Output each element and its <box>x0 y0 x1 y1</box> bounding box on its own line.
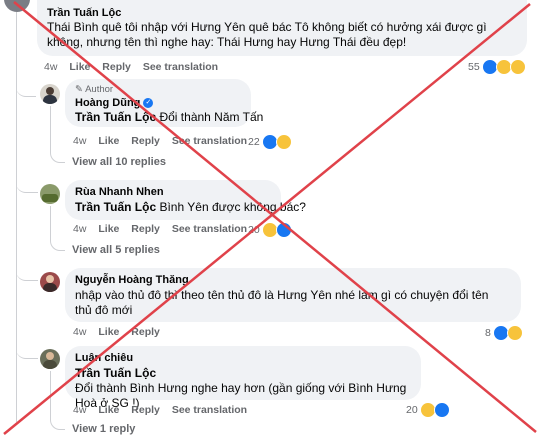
reply-button[interactable]: Reply <box>102 61 131 73</box>
comment-text: Bình Yên được không bác? <box>159 200 306 214</box>
like-button[interactable]: Like <box>98 326 119 338</box>
haha-reaction-icon <box>275 134 292 150</box>
comment-bubble: ✎ Author Hoàng Dũng ✓ Trần Tuấn Lộc Đổi … <box>65 79 263 127</box>
see-translation-link[interactable]: See translation <box>143 61 218 73</box>
comment-time[interactable]: 4w <box>73 223 86 235</box>
comment-author[interactable]: Rùa Nhanh Nhen <box>75 186 271 198</box>
view-replies-link[interactable]: View all 10 replies <box>72 156 166 168</box>
thread-connector <box>50 106 65 163</box>
comment-time[interactable]: 4w <box>73 326 86 338</box>
like-button[interactable]: Like <box>98 223 119 235</box>
view-replies-link[interactable]: View 1 reply <box>72 423 135 435</box>
comment-actions: 4w Like Reply See translation <box>44 61 227 73</box>
thread-connector <box>16 176 38 193</box>
reaction-summary[interactable]: 55 <box>468 59 526 75</box>
like-button[interactable]: Like <box>98 404 119 416</box>
reaction-count: 8 <box>485 327 491 339</box>
like-reaction-icon <box>275 222 292 238</box>
wow-reaction-icon <box>509 59 526 75</box>
comment-author[interactable]: Hoàng Dũng <box>75 97 140 109</box>
reaction-count: 20 <box>248 224 260 236</box>
comment-bubble: Trần Tuấn Lộc Thái Bình quê tôi nhập với… <box>37 0 527 56</box>
reaction-summary[interactable]: 20 <box>406 402 450 418</box>
reply-button[interactable]: Reply <box>131 135 160 147</box>
mention[interactable]: Trần Tuấn Lộc <box>75 200 156 214</box>
avatar[interactable] <box>40 349 60 369</box>
comment-bubble: Luân chiêu Trần Tuấn Lộc Đổi thành Bình H… <box>65 346 421 410</box>
reaction-count: 20 <box>406 404 418 416</box>
like-button[interactable]: Like <box>69 61 90 73</box>
thread-connector <box>16 78 36 97</box>
mention[interactable]: Trần Tuấn Lộc <box>75 110 156 124</box>
see-translation-link[interactable]: See translation <box>172 404 247 416</box>
thread-connector <box>16 342 38 359</box>
avatar[interactable] <box>40 84 60 104</box>
like-reaction-icon <box>433 402 450 418</box>
comment-time[interactable]: 4w <box>73 404 86 416</box>
comment-actions: 4w Like Reply See translation <box>73 223 256 235</box>
reaction-summary[interactable]: 22 <box>248 134 292 150</box>
haha-reaction-icon <box>506 325 523 341</box>
avatar[interactable] <box>4 0 30 12</box>
view-replies-link[interactable]: View all 5 replies <box>72 244 160 256</box>
comment-text: Đổi thành Năm Tấn <box>159 110 264 124</box>
reaction-summary[interactable]: 8 <box>485 325 523 341</box>
thread-connector <box>50 206 65 251</box>
comment-text: Thái Bình quê tôi nhập với Hưng Yên quê … <box>47 20 487 49</box>
like-button[interactable]: Like <box>98 135 119 147</box>
comment-actions: 4w Like Reply <box>73 326 169 338</box>
thread-line <box>16 12 17 422</box>
comment-time[interactable]: 4w <box>44 61 57 73</box>
avatar[interactable] <box>40 272 60 292</box>
thread-connector <box>16 264 38 281</box>
comment-author[interactable]: Trần Tuấn Lộc <box>47 7 517 19</box>
reaction-count: 55 <box>468 61 480 73</box>
comment-actions: 4w Like Reply See translation <box>73 135 256 147</box>
pencil-icon: ✎ <box>75 84 83 95</box>
avatar[interactable] <box>40 184 60 204</box>
reply-button[interactable]: Reply <box>131 326 160 338</box>
author-badge: ✎ Author <box>75 84 114 95</box>
reply-button[interactable]: Reply <box>131 404 160 416</box>
comment-author[interactable]: Nguyễn Hoàng Thăng <box>75 274 511 286</box>
comment-time[interactable]: 4w <box>73 135 86 147</box>
comment-bubble: Nguyễn Hoàng Thăng nhập vào thủ đô thì t… <box>65 268 521 322</box>
reply-button[interactable]: Reply <box>131 223 160 235</box>
mention[interactable]: Trần Tuấn Lộc <box>75 366 156 380</box>
see-translation-link[interactable]: See translation <box>172 223 247 235</box>
thread-connector <box>50 371 65 430</box>
reaction-summary[interactable]: 20 <box>248 222 292 238</box>
comment-actions: 4w Like Reply See translation <box>73 404 256 416</box>
comment-bubble: Rùa Nhanh Nhen Trần Tuấn Lộc Bình Yên đư… <box>65 180 306 220</box>
comment-author[interactable]: Luân chiêu <box>75 352 411 364</box>
reaction-count: 22 <box>248 136 260 148</box>
verified-badge-icon: ✓ <box>143 98 154 109</box>
comment-text: nhập vào thủ đô thì theo tên thủ đô là H… <box>75 288 489 317</box>
see-translation-link[interactable]: See translation <box>172 135 247 147</box>
